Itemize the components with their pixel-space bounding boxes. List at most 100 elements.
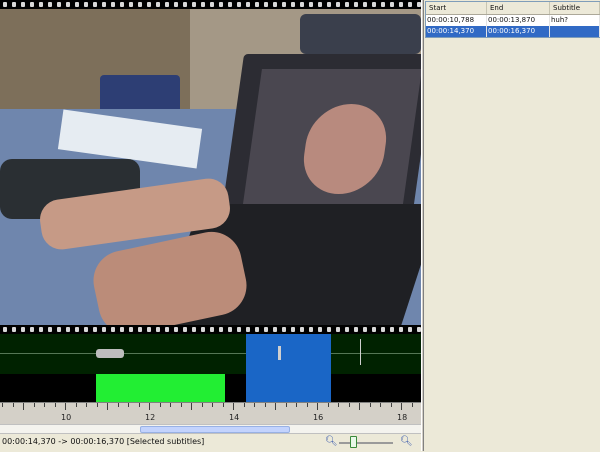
perforation-hole	[264, 327, 268, 332]
perforation-hole	[381, 327, 385, 332]
perforation-hole	[174, 2, 178, 7]
column-header-subtitle[interactable]: Subtitle	[550, 2, 600, 14]
waveform-peak	[360, 339, 361, 365]
perforation-hole	[336, 327, 340, 332]
perforation-hole	[399, 327, 403, 332]
perforation-hole	[120, 327, 124, 332]
perforation-hole	[201, 327, 205, 332]
perforation-hole	[372, 327, 376, 332]
ruler-label: 10	[61, 413, 72, 422]
perforation-hole	[111, 2, 115, 7]
perforation-hole	[354, 2, 358, 7]
perforation-hole	[192, 327, 196, 332]
ruler-tick	[349, 403, 350, 407]
perforation-hole	[84, 2, 88, 7]
ruler-tick	[191, 403, 192, 410]
perforation-hole	[21, 2, 25, 7]
perforation-hole	[30, 327, 34, 332]
perforation-hole	[39, 2, 43, 7]
perforation-hole	[219, 2, 223, 7]
ruler-tick	[170, 403, 171, 407]
waveform[interactable]	[0, 334, 421, 374]
ruler-tick	[118, 403, 119, 407]
ruler-tick	[370, 403, 371, 407]
perforation-hole	[408, 2, 412, 7]
perforation-hole	[228, 327, 232, 332]
perforation-hole	[12, 327, 16, 332]
ruler-tick	[76, 403, 77, 407]
perforation-hole	[219, 327, 223, 332]
perforation-hole	[345, 2, 349, 7]
perforation-hole	[282, 327, 286, 332]
perforation-hole	[30, 2, 34, 7]
perforation-hole	[291, 2, 295, 7]
perforation-hole	[318, 2, 322, 7]
perforation-hole	[300, 327, 304, 332]
waveform-peak	[96, 349, 124, 358]
perforation-hole	[84, 327, 88, 332]
perforation-hole	[102, 327, 106, 332]
table-row[interactable]: 00:00:14,370 00:00:16,370	[426, 26, 600, 37]
subtitle-track[interactable]	[0, 374, 421, 402]
perforation-hole	[336, 2, 340, 7]
zoom-slider[interactable]	[339, 442, 393, 444]
perforation-hole	[246, 327, 250, 332]
perforation-hole	[327, 327, 331, 332]
perforation-hole	[165, 2, 169, 7]
perforation-hole	[129, 2, 133, 7]
perforation-hole	[255, 327, 259, 332]
film-perforations-top	[0, 0, 421, 9]
perforation-hole	[120, 2, 124, 7]
ruler-tick	[13, 403, 14, 407]
perforation-hole	[327, 2, 331, 7]
perforation-hole	[57, 2, 61, 7]
ruler-tick	[307, 403, 308, 407]
ruler-tick	[296, 403, 297, 407]
background-person	[300, 14, 421, 54]
perforation-hole	[93, 2, 97, 7]
table-row[interactable]: 00:00:10,788 00:00:13,870 huh?	[426, 15, 600, 26]
perforation-hole	[408, 327, 412, 332]
column-header-end[interactable]: End	[487, 2, 550, 14]
video-frame[interactable]	[0, 9, 421, 325]
perforation-hole	[354, 327, 358, 332]
perforation-hole	[165, 327, 169, 332]
perforation-hole	[210, 327, 214, 332]
perforation-hole	[192, 2, 196, 7]
cell-start: 00:00:10,788	[426, 15, 487, 26]
ruler-tick	[275, 403, 276, 410]
perforation-hole	[390, 2, 394, 7]
ruler-tick	[149, 403, 150, 410]
ruler-tick	[391, 403, 392, 407]
perforation-hole	[201, 2, 205, 7]
perforation-hole	[39, 327, 43, 332]
zoom-out-icon[interactable]: 🔍︎	[325, 436, 338, 448]
column-header-start[interactable]: Start	[426, 2, 487, 14]
perforation-hole	[363, 327, 367, 332]
selection-region-waveform[interactable]	[246, 334, 331, 374]
cell-start: 00:00:14,370	[426, 26, 487, 37]
perforation-hole	[345, 327, 349, 332]
zoom-in-icon[interactable]: 🔍︎	[400, 436, 413, 448]
status-bar: 00:00:14,370 -> 00:00:16,370 [Selected s…	[0, 433, 421, 452]
ruler-tick	[317, 403, 318, 410]
ruler-label: 14	[229, 413, 240, 422]
perforation-hole	[147, 327, 151, 332]
perforation-hole	[12, 2, 16, 7]
scrollbar-thumb[interactable]	[140, 426, 290, 433]
perforation-hole	[174, 327, 178, 332]
subtitle-block[interactable]	[96, 374, 225, 402]
timeline-ruler[interactable]: 10 12 14 16 18	[0, 402, 421, 425]
cell-subtitle	[550, 26, 600, 37]
ruler-tick	[412, 403, 413, 407]
perforation-hole	[300, 2, 304, 7]
selection-region-track[interactable]	[246, 374, 331, 402]
ruler-tick	[86, 403, 87, 407]
perforation-hole	[363, 2, 367, 7]
perforation-hole	[372, 2, 376, 7]
zoom-slider-thumb[interactable]	[350, 436, 357, 448]
perforation-hole	[3, 2, 7, 7]
subtitle-grid[interactable]: Start End Subtitle 00:00:10,788 00:00:13…	[425, 1, 600, 38]
ruler-tick	[286, 403, 287, 407]
ruler-tick	[65, 403, 66, 410]
